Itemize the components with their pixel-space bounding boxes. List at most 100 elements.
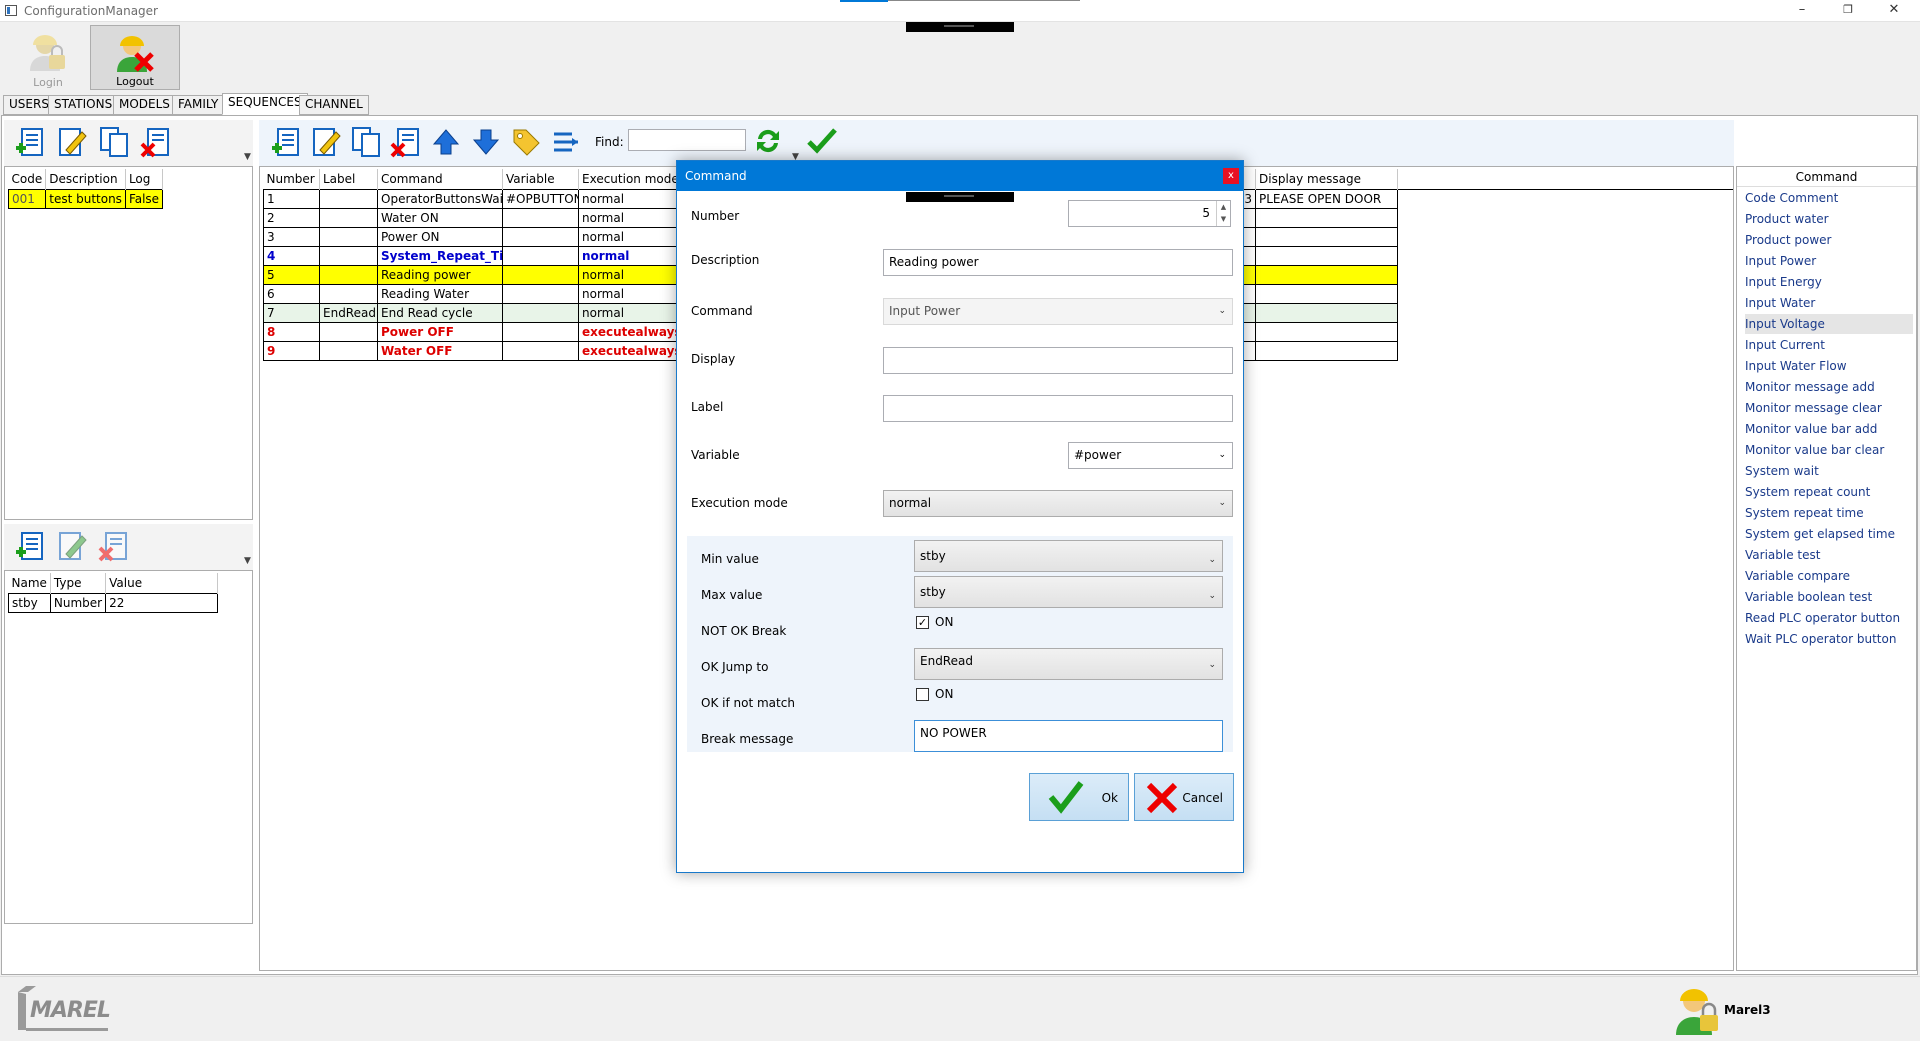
- cell-display[interactable]: [1255, 302, 1398, 323]
- command-list-item[interactable]: System repeat time: [1745, 503, 1913, 523]
- delete-sequence-icon[interactable]: [140, 126, 172, 158]
- cell-display[interactable]: [1255, 226, 1398, 247]
- cell-command[interactable]: System_Repeat_Time: [377, 245, 503, 266]
- cell-mode[interactable]: normal: [578, 245, 677, 266]
- cell-mode[interactable]: executealways: [578, 321, 677, 342]
- command-list-item[interactable]: Product power: [1745, 230, 1913, 250]
- login-button[interactable]: Login: [3, 25, 93, 90]
- command-list-item[interactable]: System get elapsed time: [1745, 524, 1913, 544]
- command-select[interactable]: Input Power ⌄: [883, 298, 1233, 325]
- cell-value[interactable]: 22: [105, 592, 219, 613]
- cell-number[interactable]: 2: [263, 207, 320, 228]
- ok-if-not-match-checkbox[interactable]: [916, 688, 929, 701]
- jump-icon[interactable]: [550, 126, 582, 158]
- col-code[interactable]: Code: [8, 169, 47, 189]
- cancel-button[interactable]: Cancel: [1134, 773, 1234, 821]
- cell-variable[interactable]: [502, 321, 579, 342]
- col-description[interactable]: Description: [45, 169, 126, 189]
- cell-number[interactable]: 1: [263, 188, 320, 209]
- label-field[interactable]: [883, 395, 1233, 422]
- variable-select[interactable]: #power ⌄: [1068, 442, 1233, 469]
- tab-stations[interactable]: STATIONS: [48, 95, 119, 115]
- cell-label[interactable]: [319, 207, 378, 228]
- delete-variable-icon[interactable]: [98, 530, 130, 562]
- col-execution-mode[interactable]: Execution mode: [578, 169, 677, 189]
- cell-command[interactable]: Power ON: [377, 226, 503, 247]
- command-list-item[interactable]: Monitor value bar add: [1745, 419, 1913, 439]
- cell-display[interactable]: [1255, 321, 1398, 342]
- col-log[interactable]: Log: [125, 169, 164, 189]
- toolbar-overflow-icon[interactable]: ▼: [244, 152, 251, 162]
- col-number[interactable]: Number: [263, 169, 320, 189]
- tab-models[interactable]: MODELS: [113, 95, 176, 115]
- drag-handle[interactable]: [906, 22, 1014, 32]
- table-row[interactable]: 001 test buttons False: [7, 188, 164, 209]
- dialog-close-icon[interactable]: x: [1223, 168, 1239, 184]
- cell-number[interactable]: 9: [263, 340, 320, 361]
- cell-command[interactable]: Reading Water: [377, 283, 503, 304]
- delete-step-icon[interactable]: [390, 126, 422, 158]
- edit-step-icon[interactable]: [310, 126, 342, 158]
- move-up-icon[interactable]: [430, 126, 462, 158]
- cell-variable[interactable]: [502, 340, 579, 361]
- max-value-select[interactable]: stby ⌄: [914, 576, 1223, 608]
- command-list-item[interactable]: Input Voltage: [1745, 314, 1913, 334]
- logout-button[interactable]: Logout: [90, 25, 180, 90]
- command-list-item[interactable]: Input Water Flow: [1745, 356, 1913, 376]
- cell-description[interactable]: test buttons: [45, 188, 126, 209]
- cell-display[interactable]: [1255, 283, 1398, 304]
- cell-number[interactable]: 3: [263, 226, 320, 247]
- edit-variable-icon[interactable]: [56, 530, 88, 562]
- cell-display[interactable]: [1255, 207, 1398, 228]
- cell-number[interactable]: 6: [263, 283, 320, 304]
- stepper-arrows-icon[interactable]: ▲ ▼: [1216, 201, 1230, 226]
- cell-command[interactable]: Power OFF: [377, 321, 503, 342]
- cell-variable[interactable]: [502, 207, 579, 228]
- add-step-icon[interactable]: [270, 126, 302, 158]
- execution-mode-select[interactable]: normal ⌄: [883, 490, 1233, 517]
- col-value[interactable]: Value: [105, 573, 219, 593]
- break-message-field[interactable]: NO POWER: [914, 720, 1223, 752]
- command-list-item[interactable]: Wait PLC operator button: [1745, 629, 1913, 649]
- command-list-item[interactable]: Monitor message add: [1745, 377, 1913, 397]
- command-list-item[interactable]: Read PLC operator button: [1745, 608, 1913, 628]
- not-ok-break-checkbox[interactable]: ✓: [916, 616, 929, 629]
- command-list-item[interactable]: Variable boolean test: [1745, 587, 1913, 607]
- cell-label[interactable]: EndRead: [319, 302, 378, 323]
- refresh-icon[interactable]: [752, 125, 784, 157]
- cell-variable[interactable]: [502, 245, 579, 266]
- cell-label[interactable]: [319, 226, 378, 247]
- command-list-item[interactable]: System wait: [1745, 461, 1913, 481]
- copy-sequence-icon[interactable]: [98, 126, 130, 158]
- cell-number[interactable]: 8: [263, 321, 320, 342]
- cell-command[interactable]: End Read cycle: [377, 302, 503, 323]
- cell-variable[interactable]: [502, 226, 579, 247]
- command-list-item[interactable]: Input Water: [1745, 293, 1913, 313]
- cell-label[interactable]: [319, 340, 378, 361]
- cell-number[interactable]: 4: [263, 245, 320, 266]
- add-variable-icon[interactable]: [14, 530, 46, 562]
- copy-step-icon[interactable]: [350, 126, 382, 158]
- edit-sequence-icon[interactable]: [56, 126, 88, 158]
- cell-type[interactable]: Number: [49, 592, 107, 613]
- cell-variable[interactable]: [502, 302, 579, 323]
- dialog-title-bar[interactable]: Command: [677, 161, 1243, 191]
- cell-label[interactable]: [319, 321, 378, 342]
- cell-display[interactable]: [1255, 264, 1398, 285]
- cell-mode[interactable]: normal: [578, 264, 677, 285]
- command-list-item[interactable]: Variable compare: [1745, 566, 1913, 586]
- cell-label[interactable]: [319, 245, 378, 266]
- move-down-icon[interactable]: [470, 126, 502, 158]
- command-list-item[interactable]: System repeat count: [1745, 482, 1913, 502]
- cell-display[interactable]: PLEASE OPEN DOOR: [1255, 188, 1398, 209]
- command-list-item[interactable]: Input Power: [1745, 251, 1913, 271]
- command-list-item[interactable]: Monitor message clear: [1745, 398, 1913, 418]
- tab-sequences[interactable]: SEQUENCES: [222, 93, 308, 115]
- find-input[interactable]: [628, 129, 746, 151]
- cell-label[interactable]: [319, 283, 378, 304]
- col-name[interactable]: Name: [8, 573, 51, 593]
- ok-button[interactable]: Ok: [1029, 773, 1129, 821]
- command-list-item[interactable]: Monitor value bar clear: [1745, 440, 1913, 460]
- cell-command[interactable]: OperatorButtonsWait: [377, 188, 503, 209]
- col-command[interactable]: Command: [377, 169, 503, 189]
